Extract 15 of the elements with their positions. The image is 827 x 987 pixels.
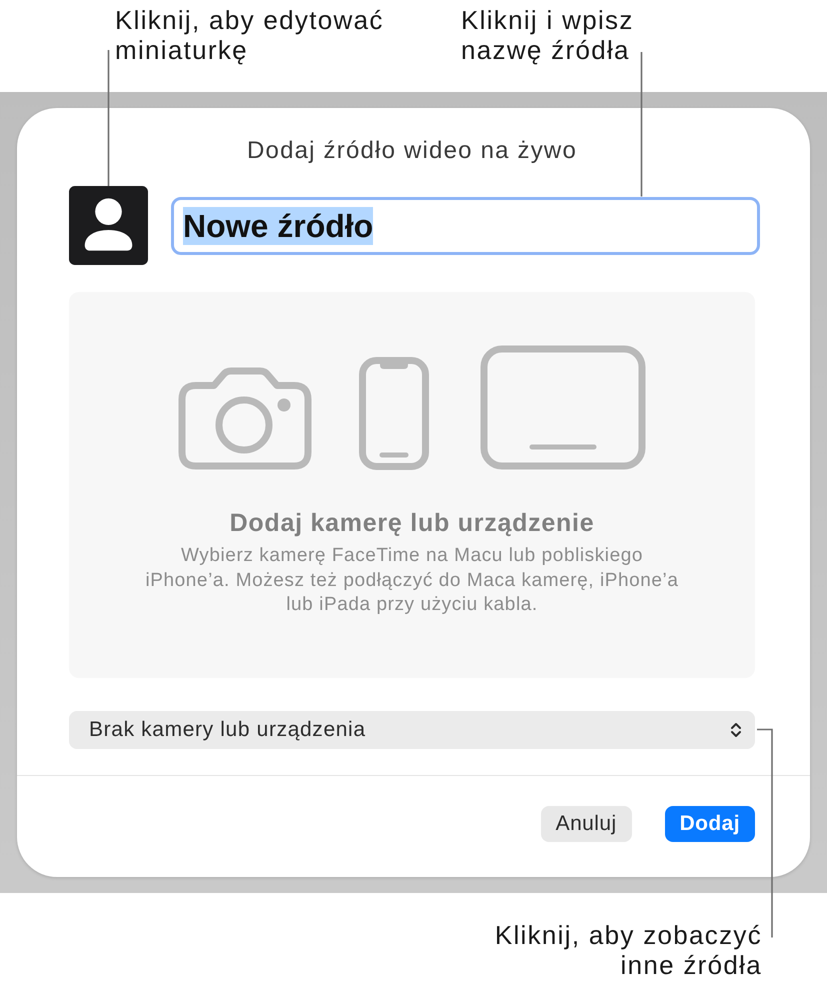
callout-text: Kliknij, aby edytować miniaturkę (115, 5, 385, 67)
panel-description: Wybierz kamerę FaceTime na Macu lub pobliskiego iPhone’a. Możesz też podłączyć do Maca kamerę, iPhone’a lub iPada przy użyciu kabla. (144, 544, 680, 617)
source-popup[interactable]: Brak kamery lub urządzenia (69, 710, 755, 748)
phone-icon (359, 357, 429, 470)
panel-heading: Dodaj kamerę lub urządzenie (228, 508, 596, 538)
callout-text: Kliknij, aby zobaczyć inne źródła (494, 920, 762, 980)
callout-text: Kliknij i wpisz nazwę źródła (461, 5, 635, 67)
add-button[interactable]: Dodaj (664, 806, 755, 842)
camera-icon (178, 367, 312, 470)
person-icon[interactable] (69, 186, 148, 265)
name-field[interactable]: Nowe źródło (171, 196, 760, 254)
tablet-icon (480, 345, 646, 470)
dialog-title: Dodaj źródło wideo na żywo (246, 136, 578, 166)
cancel-button[interactable]: Anuluj (540, 806, 632, 842)
chevron-up-down-icon (730, 720, 742, 738)
